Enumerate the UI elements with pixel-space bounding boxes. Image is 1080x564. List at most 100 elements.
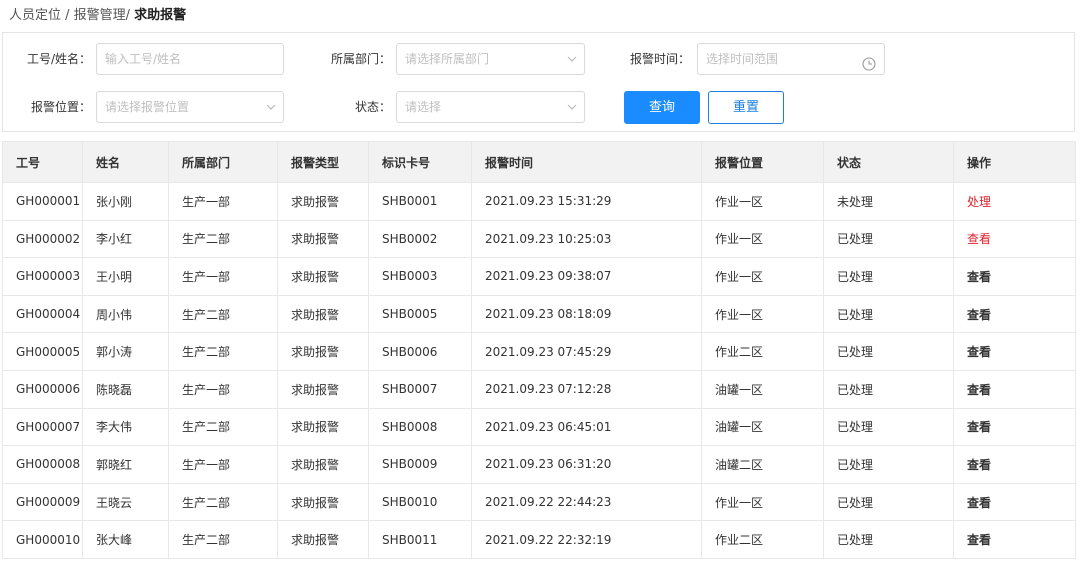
cell-action: 查看 — [953, 294, 1076, 334]
header-type[interactable]: 报警类型 — [277, 141, 369, 183]
cell-card: SHB0011 — [368, 520, 472, 559]
cell-location: 油罐一区 — [701, 369, 824, 409]
cell-dept: 生产二部 — [168, 482, 278, 522]
view-link[interactable]: 查看 — [967, 533, 991, 547]
cell-status: 已处理 — [823, 482, 954, 522]
alarm-location-select[interactable]: 请选择报警位置 — [96, 91, 284, 123]
cell-action: 查看 — [953, 369, 1076, 409]
cell-type: 求助报警 — [277, 332, 369, 371]
cell-dept: 生产一部 — [168, 369, 278, 409]
header-location[interactable]: 报警位置 — [701, 141, 824, 183]
cell-action: 查看 — [953, 407, 1076, 447]
view-link[interactable]: 查看 — [967, 458, 991, 472]
view-link[interactable]: 查看 — [967, 345, 991, 359]
dept-select[interactable]: 请选择所属部门 — [396, 43, 585, 75]
table-row: GH000008 郭晓红 生产一部 求助报警 SHB0009 2021.09.2… — [2, 445, 1076, 484]
breadcrumb-current: 求助报警 — [134, 8, 187, 23]
alarm-time-placeholder: 选择时间范围 — [706, 52, 779, 66]
status-label: 状态： — [354, 100, 391, 114]
cell-type: 求助报警 — [277, 445, 369, 484]
header-id[interactable]: 工号 — [2, 141, 83, 183]
table-row: GH000009 王晓云 生产二部 求助报警 SHB0010 2021.09.2… — [2, 482, 1076, 522]
chevron-down-icon — [265, 92, 277, 122]
id-name-input[interactable] — [105, 45, 283, 73]
cell-time: 2021.09.23 08:18:09 — [471, 294, 702, 334]
header-name[interactable]: 姓名 — [82, 141, 169, 183]
cell-action: 查看 — [953, 219, 1076, 259]
status-select[interactable]: 请选择 — [396, 91, 585, 123]
header-time[interactable]: 报警时间 — [471, 141, 702, 183]
view-link[interactable]: 查看 — [967, 270, 991, 284]
cell-id: GH000003 — [2, 257, 83, 296]
table-row: GH000003 王小明 生产一部 求助报警 SHB0003 2021.09.2… — [2, 257, 1076, 296]
cell-name: 张大峰 — [82, 520, 169, 559]
cell-status: 已处理 — [823, 445, 954, 484]
query-button[interactable]: 查询 — [624, 91, 700, 124]
cell-dept: 生产二部 — [168, 520, 278, 559]
cell-type: 求助报警 — [277, 294, 369, 334]
view-link[interactable]: 查看 — [967, 383, 991, 397]
table-header-row: 工号 姓名 所属部门 报警类型 标识卡号 报警时间 报警位置 状态 操作 — [2, 141, 1076, 183]
cell-location: 作业一区 — [701, 482, 824, 522]
chevron-down-icon — [566, 44, 578, 74]
header-status[interactable]: 状态 — [823, 141, 954, 183]
cell-card: SHB0002 — [368, 219, 472, 259]
cell-name: 陈晓磊 — [82, 369, 169, 409]
breadcrumb: 人员定位 / 报警管理/ 求助报警 — [9, 6, 186, 26]
cell-dept: 生产一部 — [168, 445, 278, 484]
cell-id: GH000002 — [2, 219, 83, 259]
cell-time: 2021.09.23 09:38:07 — [471, 257, 702, 296]
cell-type: 求助报警 — [277, 219, 369, 259]
clock-icon — [862, 52, 876, 71]
cell-location: 作业一区 — [701, 294, 824, 334]
view-link[interactable]: 查看 — [967, 308, 991, 322]
alarm-location-label: 报警位置： — [30, 100, 91, 114]
filter-panel: 工号/姓名： 所属部门： 请选择所属部门 报警时间： 选择时间范围 报警位置： … — [2, 32, 1075, 132]
cell-time: 2021.09.22 22:44:23 — [471, 482, 702, 522]
cell-dept: 生产二部 — [168, 332, 278, 371]
cell-dept: 生产一部 — [168, 182, 278, 221]
header-dept[interactable]: 所属部门 — [168, 141, 278, 183]
cell-type: 求助报警 — [277, 407, 369, 447]
cell-action: 查看 — [953, 257, 1076, 296]
cell-id: GH000008 — [2, 445, 83, 484]
view-link[interactable]: 查看 — [967, 420, 991, 434]
cell-action: 查看 — [953, 332, 1076, 371]
cell-card: SHB0003 — [368, 257, 472, 296]
cell-status: 已处理 — [823, 219, 954, 259]
dept-select-placeholder: 请选择所属部门 — [405, 52, 490, 66]
id-name-label: 工号/姓名： — [26, 52, 91, 66]
reset-button[interactable]: 重置 — [708, 91, 784, 124]
cell-name: 周小伟 — [82, 294, 169, 334]
cell-id: GH000004 — [2, 294, 83, 334]
cell-time: 2021.09.23 07:12:28 — [471, 369, 702, 409]
cell-action: 查看 — [953, 445, 1076, 484]
cell-location: 作业二区 — [701, 332, 824, 371]
cell-time: 2021.09.23 06:31:20 — [471, 445, 702, 484]
header-card[interactable]: 标识卡号 — [368, 141, 472, 183]
cell-status: 已处理 — [823, 294, 954, 334]
table-row: GH000004 周小伟 生产二部 求助报警 SHB0005 2021.09.2… — [2, 294, 1076, 334]
alarm-time-picker[interactable]: 选择时间范围 — [697, 43, 885, 75]
cell-action: 查看 — [953, 520, 1076, 559]
cell-type: 求助报警 — [277, 369, 369, 409]
cell-status: 已处理 — [823, 407, 954, 447]
breadcrumb-path[interactable]: 人员定位 / 报警管理/ — [9, 8, 134, 23]
view-link[interactable]: 查看 — [967, 496, 991, 510]
cell-action: 查看 — [953, 482, 1076, 522]
cell-id: GH000007 — [2, 407, 83, 447]
cell-id: GH000009 — [2, 482, 83, 522]
alarm-table: 工号 姓名 所属部门 报警类型 标识卡号 报警时间 报警位置 状态 操作 GH0… — [2, 141, 1076, 559]
cell-dept: 生产二部 — [168, 294, 278, 334]
cell-card: SHB0005 — [368, 294, 472, 334]
view-link[interactable]: 查看 — [967, 232, 991, 246]
cell-id: GH000005 — [2, 332, 83, 371]
cell-time: 2021.09.23 07:45:29 — [471, 332, 702, 371]
handle-link[interactable]: 处理 — [967, 195, 991, 209]
cell-status: 已处理 — [823, 369, 954, 409]
cell-card: SHB0008 — [368, 407, 472, 447]
table-row: GH000001 张小刚 生产一部 求助报警 SHB0001 2021.09.2… — [2, 182, 1076, 221]
cell-type: 求助报警 — [277, 482, 369, 522]
id-name-input-box[interactable] — [96, 43, 284, 75]
cell-location: 作业一区 — [701, 219, 824, 259]
